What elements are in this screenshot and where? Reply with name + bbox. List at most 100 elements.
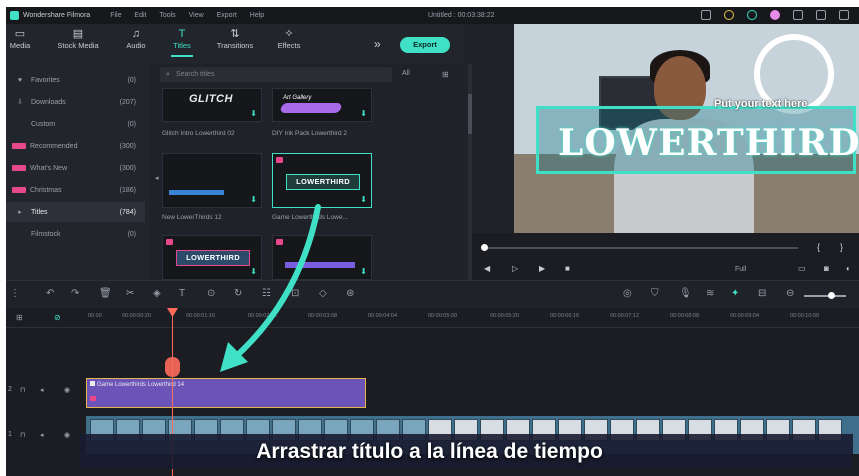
tab-audio[interactable]: ♫ Audio xyxy=(110,28,162,50)
scrubber-knob[interactable] xyxy=(481,244,488,251)
shield-icon[interactable]: ⛉ xyxy=(651,288,659,299)
title-tile-lowerthird-pink[interactable]: LOWERTHIRD ⬇ xyxy=(162,235,262,280)
menu-export[interactable]: Export xyxy=(217,12,237,19)
tab-titles[interactable]: T Titles xyxy=(156,28,208,57)
text-tool-icon[interactable]: T xyxy=(179,288,185,299)
sidebar-item-titles[interactable]: ▸ Titles (784) xyxy=(6,202,145,222)
sync-icon[interactable] xyxy=(747,10,757,20)
snapshot-icon[interactable]: ◙ xyxy=(824,264,829,273)
subtitle-icon[interactable]: ⊟ xyxy=(758,288,766,299)
caret-right-icon: ▸ xyxy=(18,209,22,216)
playhead-drag-marker[interactable] xyxy=(165,357,180,377)
mark-out-icon[interactable]: } xyxy=(840,242,843,252)
mark-in-icon[interactable]: { xyxy=(817,242,820,252)
tab-media[interactable]: ▭ Media xyxy=(6,28,46,50)
timeline-ruler[interactable]: ⊞ ⊘ 00:00 00:00:00:20 00:00:01:16 00:00:… xyxy=(6,308,859,328)
layout-icon[interactable]: ⋮ xyxy=(10,288,20,299)
audio-mix-icon[interactable]: ≋ xyxy=(706,288,714,299)
step-back-icon[interactable]: ◀ xyxy=(484,264,490,273)
menu-bar: File Edit Tools View Export Help xyxy=(110,12,275,19)
search-input[interactable]: ⌕ Search titles xyxy=(160,67,392,82)
minimize-icon[interactable] xyxy=(816,10,826,20)
cut-icon[interactable]: ✂ xyxy=(126,288,134,299)
filmora-logo-icon xyxy=(10,11,19,20)
snap-icon[interactable]: ✦ xyxy=(731,288,739,299)
download-icon[interactable]: ⬇ xyxy=(250,267,257,276)
filter-select[interactable]: All xyxy=(402,70,410,77)
collapse-arrow-icon[interactable]: ◂ xyxy=(155,174,159,182)
title-tile-ink[interactable]: Art Gallery ⬇ xyxy=(272,88,372,122)
redo-icon[interactable]: ↷ xyxy=(71,288,79,299)
effects-icon: ✧ xyxy=(284,28,294,40)
close-icon[interactable] xyxy=(839,10,849,20)
volume-icon[interactable]: ◐ xyxy=(846,264,851,273)
add-track-icon[interactable]: ⊞ xyxy=(16,313,23,322)
playback-controls: { } ◀ ▷ ▶ ■ Full ▭ ◙ ◐ xyxy=(472,233,859,280)
render-icon[interactable]: ◎ xyxy=(623,288,632,299)
title-clip[interactable]: Game Lowerthirds Lowerthird 14 xyxy=(86,378,366,408)
avatar[interactable] xyxy=(770,10,780,20)
menu-view[interactable]: View xyxy=(189,12,204,19)
text-icon: T xyxy=(178,28,186,40)
title-tile-glitch[interactable]: GLITCH ⬇ xyxy=(162,88,262,122)
zoom-slider[interactable] xyxy=(804,295,846,297)
titles-library: ⌕ Search titles All ⊞ ◂ GLITCH ⬇ Glitch I… xyxy=(155,64,464,280)
link-icon[interactable]: ⊘ xyxy=(54,313,61,322)
delete-icon[interactable]: 🗑 xyxy=(99,288,112,299)
download-icon[interactable]: ⬇ xyxy=(360,195,367,204)
sidebar-item-recommended[interactable]: Recommended (300) xyxy=(6,136,145,156)
download-icon[interactable]: ⬇ xyxy=(360,267,367,276)
quality-select[interactable]: Full xyxy=(735,266,746,273)
tile-label: Game Lowerthirds Lowe... xyxy=(272,214,348,221)
play-frame-icon[interactable]: ▷ xyxy=(512,264,518,273)
eye-icon[interactable]: ◉ xyxy=(64,386,70,394)
timer-icon[interactable]: ⊙ xyxy=(207,288,215,299)
sidebar-item-christmas[interactable]: Christmas (186) xyxy=(6,180,145,200)
tile-label: Glitch Intro Lowerthird 02 xyxy=(162,130,235,137)
undo-icon[interactable]: ↶ xyxy=(46,288,54,299)
tab-stock-media[interactable]: ▤ Stock Media xyxy=(52,28,104,50)
crop-icon[interactable]: ⊡ xyxy=(291,288,299,299)
sidebar-item-favorites[interactable]: ♥ Favorites (0) xyxy=(6,70,145,90)
mic-icon[interactable]: 🎙 xyxy=(679,288,692,299)
tag-icon[interactable]: ◈ xyxy=(153,288,161,299)
premium-gem-icon xyxy=(90,396,96,401)
title-tile-game-lowerthirds[interactable]: LOWERTHIRD ⬇ xyxy=(272,153,372,208)
sidebar-item-filmstock[interactable]: Filmstock (0) xyxy=(6,224,145,244)
grid-view-icon[interactable]: ⊞ xyxy=(442,70,449,79)
title-tile-new-lowerthirds[interactable]: ⬇ xyxy=(162,153,262,208)
sidebar-item-whats-new[interactable]: What's New (300) xyxy=(6,158,145,178)
menu-file[interactable]: File xyxy=(110,12,121,19)
text-icon xyxy=(90,381,95,386)
stop-icon[interactable]: ■ xyxy=(565,264,570,273)
sidebar-item-custom[interactable]: Custom (0) xyxy=(6,114,145,134)
menu-tools[interactable]: Tools xyxy=(159,12,175,19)
menu-help[interactable]: Help xyxy=(250,12,264,19)
title-tile-purple[interactable]: ⬇ xyxy=(272,235,372,280)
adjust-icon[interactable]: ☷ xyxy=(262,288,271,299)
home-icon[interactable] xyxy=(701,10,711,20)
speed-icon[interactable]: ⊛ xyxy=(346,288,354,299)
filmora-window: Wondershare Filmora File Edit Tools View… xyxy=(6,7,859,476)
zoom-out-icon[interactable]: ⊖ xyxy=(786,288,794,299)
lock-icon[interactable]: ⊓ xyxy=(20,386,25,394)
zoom-slider-knob[interactable] xyxy=(828,292,835,299)
sidebar-item-downloads[interactable]: ⇩ Downloads (207) xyxy=(6,92,145,112)
audio-icon[interactable]: ◂ xyxy=(40,386,44,394)
rotate-icon[interactable]: ↻ xyxy=(234,288,242,299)
more-tabs-icon[interactable]: » xyxy=(374,37,381,51)
preview-scrubber[interactable] xyxy=(482,247,798,249)
play-icon[interactable]: ▶ xyxy=(539,264,545,273)
export-button[interactable]: Export xyxy=(400,37,450,53)
tab-transitions[interactable]: ⇅ Transitions xyxy=(209,28,261,50)
keyframe-icon[interactable]: ◇ xyxy=(319,288,327,299)
save-icon[interactable] xyxy=(793,10,803,20)
badge-icon xyxy=(12,187,26,193)
download-icon[interactable]: ⬇ xyxy=(360,109,367,118)
download-icon[interactable]: ⬇ xyxy=(250,109,257,118)
menu-edit[interactable]: Edit xyxy=(134,12,146,19)
tab-effects[interactable]: ✧ Effects xyxy=(263,28,315,50)
lightbulb-icon[interactable] xyxy=(724,10,734,20)
display-icon[interactable]: ▭ xyxy=(798,264,806,273)
download-icon[interactable]: ⬇ xyxy=(250,195,257,204)
